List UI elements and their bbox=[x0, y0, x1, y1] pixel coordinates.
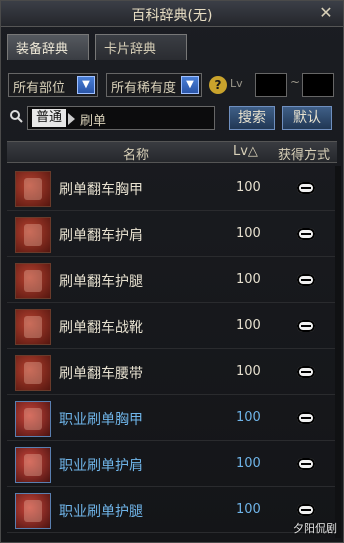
item-level: 100 bbox=[236, 456, 261, 471]
leg-armor-icon bbox=[15, 493, 51, 529]
search-button[interactable]: 搜索 bbox=[229, 106, 275, 130]
level-max-input[interactable] bbox=[302, 73, 334, 97]
chevron-right-icon[interactable] bbox=[68, 113, 75, 125]
title-bar: 百科辞典(无) ✕ bbox=[1, 1, 343, 27]
filter-row: 所有部位 ▼ 所有稀有度 ▼ ? Lv ~ bbox=[1, 73, 343, 97]
column-level[interactable]: Lv△ bbox=[233, 144, 258, 159]
chevron-down-icon[interactable]: ▼ bbox=[77, 76, 95, 94]
source-toggle-icon[interactable] bbox=[297, 504, 315, 516]
rarity-select-value: 所有稀有度 bbox=[111, 81, 177, 96]
level-label: Lv bbox=[230, 77, 243, 90]
list-item[interactable]: 刷单翻车护腿 100 bbox=[7, 258, 337, 303]
list-item[interactable]: 刷单翻车战靴 100 bbox=[7, 304, 337, 349]
chevron-down-icon[interactable]: ▼ bbox=[181, 76, 199, 94]
column-name[interactable]: 名称 bbox=[123, 144, 149, 163]
item-name: 刷单翻车战靴 bbox=[59, 320, 143, 336]
list-item[interactable]: 刷单翻车胸甲 100 bbox=[7, 166, 337, 211]
search-mode-select[interactable]: 普通 bbox=[32, 109, 67, 127]
item-level: 100 bbox=[236, 272, 261, 287]
item-level: 100 bbox=[236, 364, 261, 379]
belt-icon bbox=[15, 355, 51, 391]
slot-select-value: 所有部位 bbox=[13, 81, 66, 96]
shoulder-armor-icon bbox=[15, 447, 51, 483]
item-level: 100 bbox=[236, 180, 261, 195]
item-name: 刷单翻车腰带 bbox=[59, 366, 143, 382]
list-item[interactable]: 刷单翻车护肩 100 bbox=[7, 212, 337, 257]
item-list: 刷单翻车胸甲 100 刷单翻车护肩 100 刷单翻车护腿 100 刷单翻车战靴 … bbox=[7, 166, 337, 538]
rarity-select[interactable]: 所有稀有度 ▼ bbox=[106, 73, 202, 97]
search-row: 普通 刷单 搜索 默认 bbox=[1, 106, 343, 130]
source-toggle-icon[interactable] bbox=[297, 366, 315, 378]
item-name: 职业刷单护肩 bbox=[59, 458, 143, 474]
source-toggle-icon[interactable] bbox=[297, 320, 315, 332]
watermark: 夕阳侃剧 bbox=[293, 522, 337, 535]
item-name: 刷单翻车胸甲 bbox=[59, 182, 143, 198]
search-query: 刷单 bbox=[80, 114, 107, 129]
item-name: 刷单翻车护腿 bbox=[59, 274, 143, 290]
table-header: 名称 Lv△ 获得方式 bbox=[7, 141, 337, 163]
list-item[interactable]: 职业刷单护肩 100 bbox=[7, 442, 337, 487]
tab-cards[interactable]: 卡片辞典 bbox=[95, 34, 187, 60]
search-icon bbox=[10, 110, 23, 123]
shoulder-armor-icon bbox=[15, 217, 51, 253]
level-range-separator: ~ bbox=[290, 75, 301, 89]
column-source[interactable]: 获得方式 bbox=[278, 144, 330, 163]
source-toggle-icon[interactable] bbox=[297, 274, 315, 286]
default-button[interactable]: 默认 bbox=[282, 106, 332, 130]
encyclopedia-window: 百科辞典(无) ✕ 装备辞典 卡片辞典 所有部位 ▼ 所有稀有度 ▼ ? Lv … bbox=[0, 0, 344, 543]
source-toggle-icon[interactable] bbox=[297, 182, 315, 194]
search-input[interactable]: 普通 刷单 bbox=[27, 106, 215, 130]
window-title: 百科辞典(无) bbox=[131, 8, 213, 24]
item-level: 100 bbox=[236, 318, 261, 333]
slot-select[interactable]: 所有部位 ▼ bbox=[8, 73, 98, 97]
leg-armor-icon bbox=[15, 263, 51, 299]
source-toggle-icon[interactable] bbox=[297, 412, 315, 424]
item-name: 职业刷单胸甲 bbox=[59, 412, 143, 428]
item-name: 刷单翻车护肩 bbox=[59, 228, 143, 244]
list-item[interactable]: 职业刷单护腿 100 bbox=[7, 488, 337, 533]
boots-icon bbox=[15, 309, 51, 345]
list-scrollbar[interactable] bbox=[335, 166, 341, 538]
help-icon[interactable]: ? bbox=[209, 76, 227, 94]
item-name: 职业刷单护腿 bbox=[59, 504, 143, 520]
list-item[interactable]: 刷单翻车腰带 100 bbox=[7, 350, 337, 395]
source-toggle-icon[interactable] bbox=[297, 458, 315, 470]
item-level: 100 bbox=[236, 226, 261, 241]
item-level: 100 bbox=[236, 410, 261, 425]
level-min-input[interactable] bbox=[255, 73, 287, 97]
chest-armor-icon bbox=[15, 171, 51, 207]
close-icon[interactable]: ✕ bbox=[317, 4, 335, 22]
tab-equipment[interactable]: 装备辞典 bbox=[7, 34, 89, 60]
chest-armor-icon bbox=[15, 401, 51, 437]
item-level: 100 bbox=[236, 502, 261, 517]
list-item[interactable]: 职业刷单胸甲 100 bbox=[7, 396, 337, 441]
source-toggle-icon[interactable] bbox=[297, 228, 315, 240]
